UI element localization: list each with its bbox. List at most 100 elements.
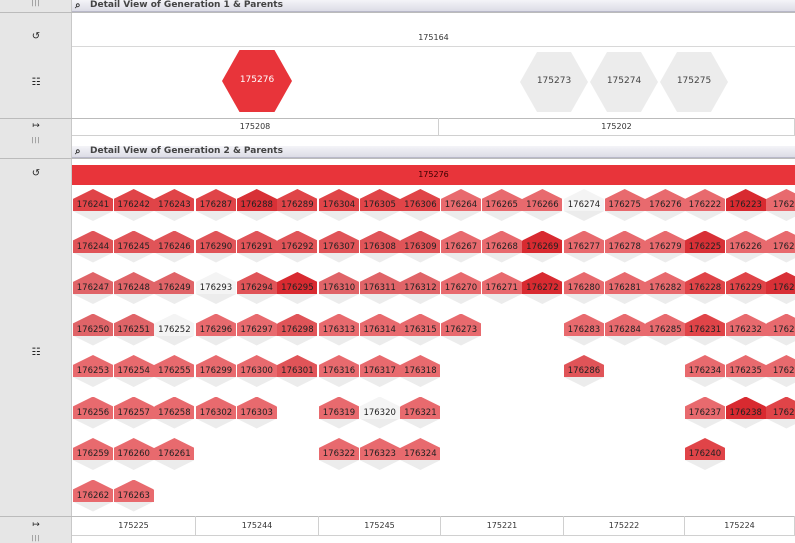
zoom-icon[interactable]: ⌕ (75, 146, 81, 157)
child-node[interactable]: 176264 (441, 189, 481, 221)
child-node[interactable]: 176232 (725, 313, 766, 346)
child-node[interactable]: 176279 (645, 230, 686, 263)
child-node[interactable]: 176243 (154, 189, 195, 221)
child-node[interactable]: 176316 (319, 355, 359, 387)
child-node[interactable]: 176241 (73, 189, 113, 221)
child-node[interactable]: 176297 (236, 313, 277, 346)
child-node[interactable]: 176265 (481, 189, 522, 221)
child-node[interactable]: 176312 (400, 272, 441, 304)
child-node[interactable]: 176295 (277, 272, 318, 304)
panel2-parent-seg[interactable]: 175222 (564, 516, 685, 536)
child-node[interactable]: 176317 (359, 355, 400, 387)
panel1-parent-seg-1[interactable]: 175208 (72, 118, 439, 136)
child-node[interactable]: 176275 (604, 189, 645, 221)
child-node[interactable]: 176282 (645, 272, 686, 304)
panel2-bottom-grip[interactable]: ||| (0, 536, 72, 543)
child-node[interactable]: 17622 (766, 230, 795, 263)
child-node[interactable]: 176299 (196, 355, 236, 387)
child-node[interactable]: 176223 (725, 189, 766, 221)
child-node[interactable]: 17623 (766, 313, 795, 346)
child-node[interactable]: 176229 (725, 272, 766, 304)
child-node[interactable]: 176318 (400, 355, 441, 387)
child-node[interactable]: 176322 (319, 438, 359, 470)
panel2-parent-seg[interactable]: 175244 (196, 516, 319, 536)
child-node[interactable]: 176255 (154, 355, 195, 387)
child-node[interactable]: 176272 (522, 272, 563, 304)
child-node[interactable]: 176283 (564, 313, 604, 346)
child-node[interactable]: 176260 (113, 438, 154, 470)
child-node[interactable]: 176268 (481, 230, 522, 263)
child-node[interactable]: 176261 (154, 438, 195, 470)
panel2-parent-seg[interactable]: 175225 (72, 516, 196, 536)
child-node[interactable]: 176306 (400, 189, 441, 221)
child-node[interactable]: 176226 (725, 230, 766, 263)
child-node[interactable]: 176284 (604, 313, 645, 346)
child-node[interactable]: 176290 (196, 230, 236, 263)
child-node[interactable]: 176305 (359, 189, 400, 221)
child-node[interactable]: 176293 (196, 272, 236, 304)
child-node[interactable]: 176287 (196, 189, 236, 221)
child-node[interactable]: 176298 (277, 313, 318, 346)
child-node[interactable]: 176246 (154, 230, 195, 263)
child-node[interactable]: 176281 (604, 272, 645, 304)
child-node[interactable]: 176245 (113, 230, 154, 263)
panel1-grip[interactable]: ||| (0, 1, 72, 9)
child-node[interactable]: 176273 (441, 313, 481, 346)
child-node[interactable]: 176276 (645, 189, 686, 221)
child-node[interactable]: 176228 (685, 272, 725, 304)
child-node[interactable]: 176311 (359, 272, 400, 304)
child-node[interactable]: 176319 (319, 396, 359, 429)
child-node[interactable]: 176258 (154, 396, 195, 429)
child-node[interactable]: 176253 (73, 355, 113, 387)
child-node[interactable]: 176251 (113, 313, 154, 346)
child-node[interactable]: 176266 (522, 189, 563, 221)
child-node[interactable]: 176235 (725, 355, 766, 387)
child-node[interactable]: 17623 (766, 396, 795, 429)
child-node[interactable]: 176256 (73, 396, 113, 429)
child-node[interactable]: 176244 (73, 230, 113, 263)
child-node[interactable]: 176248 (113, 272, 154, 304)
child-node[interactable]: 176285 (645, 313, 686, 346)
child-node[interactable]: 176263 (113, 479, 154, 512)
child-node[interactable]: 176324 (400, 438, 441, 470)
child-node[interactable]: 176321 (400, 396, 441, 429)
child-node[interactable]: 176320 (359, 396, 400, 429)
panel1-parent-label[interactable]: 175164 (72, 29, 795, 47)
child-node[interactable]: 176294 (236, 272, 277, 304)
child-node[interactable]: 176288 (236, 189, 277, 221)
child-node[interactable]: 176254 (113, 355, 154, 387)
child-node[interactable]: 176262 (73, 479, 113, 512)
child-node[interactable]: 176240 (685, 438, 725, 470)
child-node[interactable]: 176269 (522, 230, 563, 263)
child-node[interactable]: 176249 (154, 272, 195, 304)
child-node[interactable]: 176289 (277, 189, 318, 221)
child-node[interactable]: 176304 (319, 189, 359, 221)
child-node[interactable]: 176278 (604, 230, 645, 263)
child-node[interactable]: 176234 (685, 355, 725, 387)
child-node[interactable]: 176257 (113, 396, 154, 429)
child-node[interactable]: 176296 (196, 313, 236, 346)
panel2-parent-seg[interactable]: 175221 (441, 516, 564, 536)
child-node[interactable]: 17623 (766, 272, 795, 304)
child-node[interactable]: 176222 (685, 189, 725, 221)
panel2-parent-seg[interactable]: 175245 (319, 516, 441, 536)
child-node[interactable]: 176323 (359, 438, 400, 470)
child-node[interactable]: 176242 (113, 189, 154, 221)
child-node[interactable]: 176315 (400, 313, 441, 346)
child-node[interactable]: 176314 (359, 313, 400, 346)
child-node[interactable]: 176301 (277, 355, 318, 387)
child-node[interactable]: 176252 (154, 313, 195, 346)
child-node[interactable]: 176313 (319, 313, 359, 346)
child-node[interactable]: 176271 (481, 272, 522, 304)
child-node[interactable]: 176231 (685, 313, 725, 346)
panel1-bottom-grip[interactable]: ||| (0, 138, 72, 146)
child-node[interactable]: 176238 (725, 396, 766, 429)
child-node[interactable]: 176310 (319, 272, 359, 304)
child-node[interactable]: 176300 (236, 355, 277, 387)
child-node[interactable]: 17622 (766, 189, 795, 221)
child-node[interactable]: 176303 (236, 396, 277, 429)
child-node[interactable]: 176286 (564, 355, 604, 387)
child-node[interactable]: 176280 (564, 272, 604, 304)
child-node[interactable]: 17623 (766, 355, 795, 387)
child-node[interactable]: 176302 (196, 396, 236, 429)
